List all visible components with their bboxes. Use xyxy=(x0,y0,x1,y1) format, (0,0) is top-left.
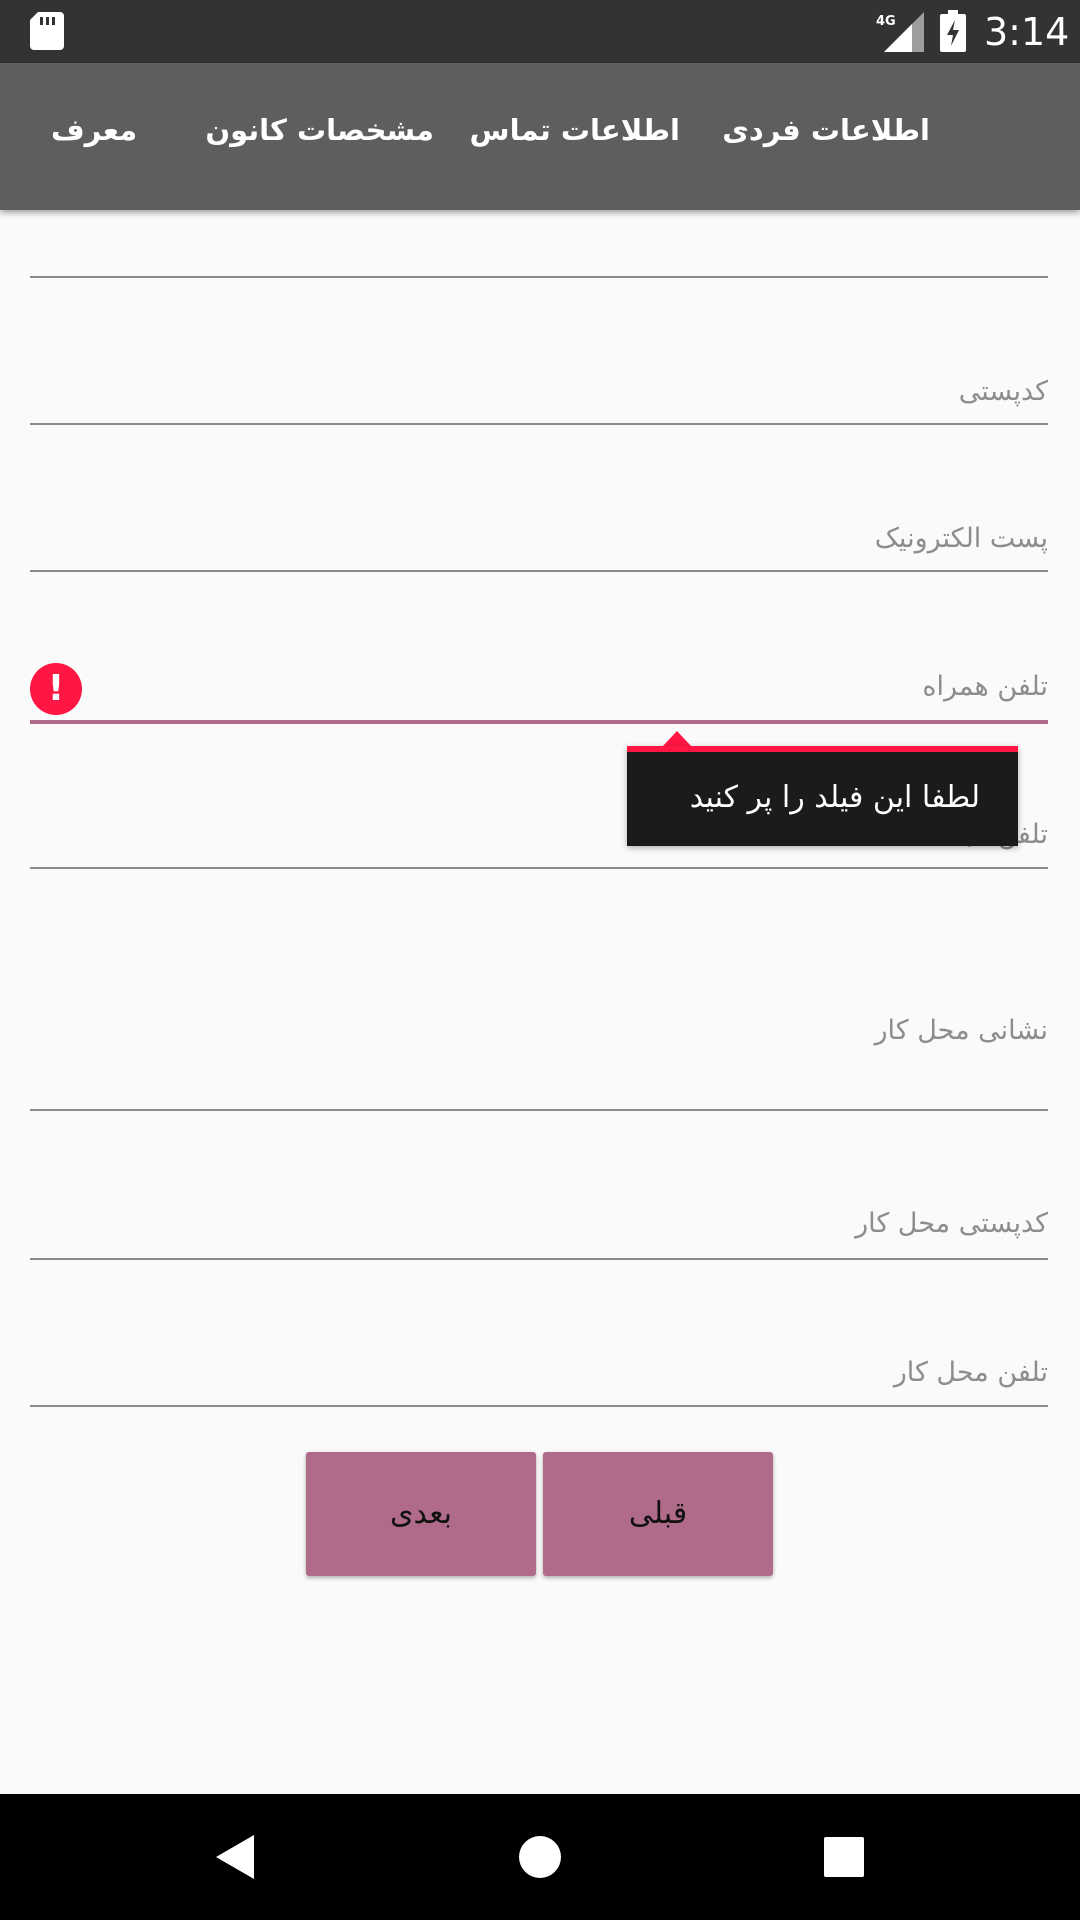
field-underline xyxy=(30,570,1048,572)
navigation-bar xyxy=(0,1794,1080,1920)
field-underline-error xyxy=(30,720,1048,724)
error-tooltip: لطفا این فیلد را پر کنید xyxy=(627,746,1018,846)
error-icon: ! xyxy=(30,663,82,715)
mobile-phone-field[interactable]: تلفن همراه xyxy=(30,655,1048,727)
signal-icon: 4G xyxy=(876,12,924,52)
field-underline xyxy=(30,1109,1048,1111)
tab-bar: اطلاعات فردی اطلاعات تماس مشخصات کانون م… xyxy=(0,63,1080,210)
error-tooltip-text: لطفا این فیلد را پر کنید xyxy=(689,780,980,815)
field-hint: کدپستی xyxy=(958,376,1048,407)
field-hint: کدپستی محل کار xyxy=(855,1208,1048,1239)
next-button[interactable]: بعدی xyxy=(306,1452,536,1576)
work-address-field[interactable]: نشانی محل کار xyxy=(30,1011,1048,1111)
field-hint: نشانی محل کار xyxy=(874,1015,1048,1046)
sd-card-icon xyxy=(30,12,64,50)
battery-charging-icon xyxy=(940,10,966,52)
field-underline xyxy=(30,1405,1048,1407)
field-hint: تلفن همراه xyxy=(922,671,1048,702)
tab-contact-info[interactable]: اطلاعات تماس xyxy=(470,105,680,155)
clock: 3:14 xyxy=(984,10,1070,54)
recents-icon[interactable] xyxy=(824,1837,864,1877)
work-phone-field[interactable]: تلفن محل کار xyxy=(30,1353,1048,1409)
tab-association-details[interactable]: مشخصات کانون xyxy=(205,105,434,155)
field-hint: پست الکترونیک xyxy=(874,523,1048,554)
email-field[interactable]: پست الکترونیک xyxy=(30,507,1048,577)
address-field[interactable] xyxy=(30,210,1048,280)
field-hint: تلفن محل کار xyxy=(893,1357,1048,1388)
back-icon[interactable] xyxy=(216,1835,256,1879)
previous-button[interactable]: قبلی xyxy=(543,1452,773,1576)
network-type-label: 4G xyxy=(876,14,896,29)
postal-code-field[interactable]: کدپستی xyxy=(30,360,1048,430)
field-underline xyxy=(30,867,1048,869)
work-postal-code-field[interactable]: کدپستی محل کار xyxy=(30,1204,1048,1260)
home-icon[interactable] xyxy=(519,1836,561,1878)
field-underline xyxy=(30,276,1048,278)
tooltip-arrow xyxy=(662,731,692,747)
tab-personal-info[interactable]: اطلاعات فردی xyxy=(722,105,930,155)
tab-referrer[interactable]: معرف xyxy=(48,105,140,155)
field-underline xyxy=(30,423,1048,425)
field-underline xyxy=(30,1258,1048,1260)
status-bar: 4G 3:14 xyxy=(0,0,1080,63)
